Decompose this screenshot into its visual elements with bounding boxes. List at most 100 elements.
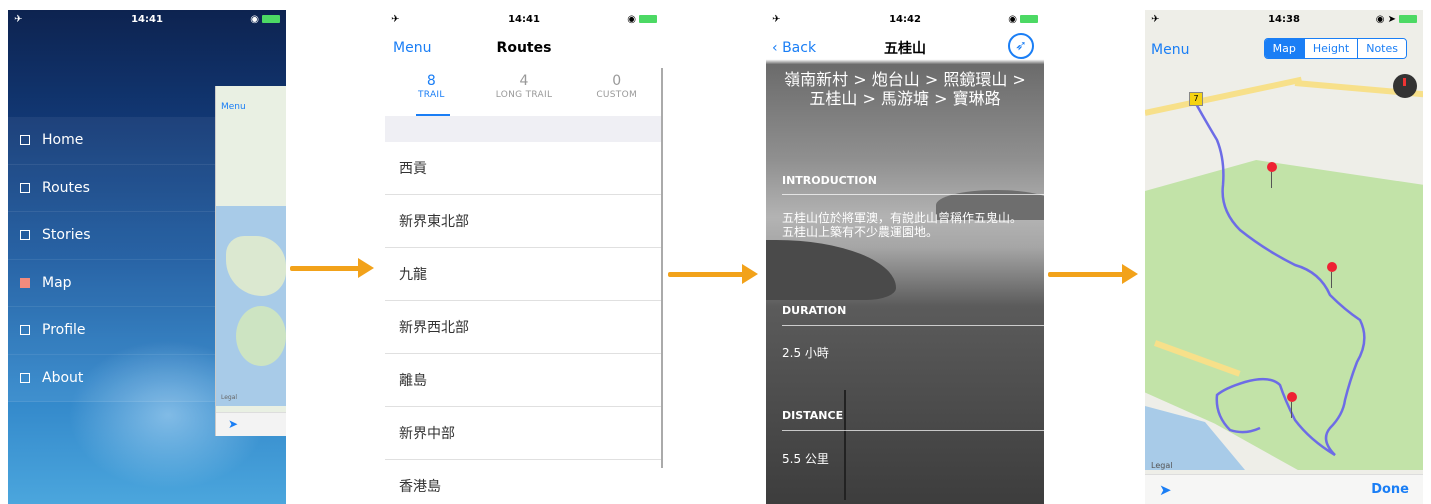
menu-item-about[interactable]: About [8, 354, 218, 402]
airplane-icon: ✈ [14, 13, 23, 25]
tab-count: 4 [519, 73, 529, 89]
map-preview-panel[interactable]: Menu Legal ➤ [215, 86, 286, 436]
status-time: 14:42 [889, 13, 921, 25]
route-path: 嶺南新村 > 炮台山 > 照鏡環山 > 五桂山 > 馬游塘 > 寶琳路 [784, 70, 1026, 108]
photo-plant [844, 390, 846, 500]
segment-height[interactable]: Height [1303, 39, 1358, 58]
menu-item-profile[interactable]: Profile [8, 307, 218, 355]
menu-item-home[interactable]: Home [8, 117, 218, 165]
section-divider [385, 116, 663, 142]
peek-toolbar [216, 412, 286, 436]
peek-legal-label: Legal [221, 394, 238, 401]
status-time: 14:38 [1268, 13, 1300, 25]
list-item[interactable]: 新界東北部 [385, 195, 663, 248]
tab-label: LONG TRAIL [495, 90, 553, 100]
status-bar: ✈ 14:41 ◉ [8, 10, 286, 28]
map-toolbar: ➤ Done [1145, 474, 1423, 504]
route-track [1193, 101, 1366, 457]
menu-button[interactable]: Menu [393, 40, 431, 56]
battery-icon: ◉ [1008, 14, 1038, 25]
airplane-icon: ✈ [772, 13, 781, 25]
introduction-heading: INTRODUCTION [782, 174, 877, 187]
menu-button[interactable]: Menu [1151, 42, 1189, 58]
map-screen: 7 ✈ 14:38 ◉ ➤ Menu Map Height Notes Lega… [1145, 10, 1423, 504]
back-label: Back [782, 40, 817, 56]
checkbox-icon [20, 230, 30, 241]
tab-count: 0 [612, 73, 622, 89]
distance-value: 5.5 公里 [782, 452, 829, 466]
map-pin-icon[interactable] [1267, 162, 1277, 188]
list-item[interactable]: 香港島 [385, 460, 663, 504]
battery-icon: ◉ [250, 14, 280, 25]
menu-item-label: Home [42, 132, 84, 149]
battery-icon: ◉ [627, 14, 657, 25]
peek-menu-label: Menu [221, 102, 246, 112]
back-button[interactable]: ‹ Back [772, 40, 816, 56]
list-item[interactable]: 離島 [385, 354, 663, 407]
page-title: 五桂山 [884, 41, 926, 57]
tab-label: CUSTOM [596, 90, 638, 100]
tab-long-trail[interactable]: 4 LONG TRAIL [478, 72, 571, 116]
tab-count: 8 [426, 73, 436, 89]
menu-item-label: About [42, 369, 84, 386]
airplane-icon: ✈ [1151, 13, 1160, 25]
status-bar: ✈ 14:38 ◉ ➤ [1145, 10, 1423, 28]
route-list: 西貢 新界東北部 九龍 新界西北部 離島 新界中部 香港島 [385, 142, 663, 504]
status-bar: ✈ 14:42 ◉ [766, 10, 1044, 28]
map-pin-icon[interactable] [1287, 392, 1297, 418]
tab-label: TRAIL [417, 90, 445, 100]
menu-item-label: Routes [42, 179, 90, 196]
checkbox-icon [20, 325, 30, 336]
route-detail-screen: ✈ 14:42 ◉ ‹ Back 五桂山 ➶ 嶺南新村 > 炮台山 > 照鏡環山… [766, 10, 1044, 504]
compass-icon[interactable] [1393, 74, 1417, 98]
checkbox-icon [20, 135, 30, 146]
tab-trail[interactable]: 8 TRAIL [385, 72, 478, 116]
routes-screen: ✈ 14:41 ◉ Menu Routes 8 TRAIL 4 LONG TRA… [385, 10, 663, 504]
flow-arrow [668, 264, 758, 284]
list-item[interactable]: 新界西北部 [385, 301, 663, 354]
list-item[interactable]: 西貢 [385, 142, 663, 195]
duration-value: 2.5 小時 [782, 346, 829, 360]
menu-item-stories[interactable]: Stories [8, 212, 218, 260]
compass-icon[interactable]: ➶ [1008, 33, 1034, 59]
route-tabs: 8 TRAIL 4 LONG TRAIL 0 CUSTOM [385, 72, 663, 116]
flow-arrow [290, 258, 374, 278]
introduction-text: 五桂山位於將軍澳，有說此山曾稱作五鬼山。五桂山上築有不少農運園地。 [782, 211, 1023, 239]
chevron-left-icon: ‹ [772, 40, 783, 56]
airplane-icon: ✈ [391, 13, 400, 25]
status-bar: ✈ 14:41 ◉ [385, 10, 663, 28]
view-segmented-control: Map Height Notes [1263, 38, 1407, 59]
map-land [236, 306, 286, 366]
divider [782, 430, 1044, 431]
list-item[interactable]: 九龍 [385, 248, 663, 301]
status-time: 14:41 [508, 13, 540, 25]
status-time: 14:41 [131, 13, 163, 25]
map-legal-label[interactable]: Legal [1151, 461, 1172, 470]
menu-item-label: Profile [42, 322, 86, 339]
segment-notes[interactable]: Notes [1357, 39, 1406, 58]
menu-item-routes[interactable]: Routes [8, 164, 218, 212]
segment-map[interactable]: Map [1264, 39, 1304, 58]
divider [782, 325, 1044, 326]
divider [782, 194, 1044, 195]
map-pin-icon[interactable] [1327, 262, 1337, 288]
tab-custom[interactable]: 0 CUSTOM [570, 72, 663, 116]
nav-bar: Menu Routes [385, 28, 663, 68]
list-item[interactable]: 新界中部 [385, 407, 663, 460]
checkbox-icon [20, 182, 30, 193]
battery-icon: ◉ ➤ [1376, 14, 1417, 25]
done-button[interactable]: Done [1371, 482, 1409, 497]
menu-screen: ✈ 14:41 ◉ Home Routes Stories Map Profil… [8, 10, 286, 504]
menu-item-label: Map [42, 274, 72, 291]
route-shield-icon: 7 [1189, 92, 1203, 106]
checkbox-icon [20, 277, 30, 288]
route-line [1193, 101, 1366, 457]
menu-item-map[interactable]: Map [8, 259, 218, 307]
duration-heading: DURATION [782, 304, 847, 317]
location-arrow-icon[interactable]: ➤ [1159, 481, 1172, 499]
flow-arrow [1048, 264, 1138, 284]
nav-bar: ‹ Back 五桂山 ➶ [766, 28, 1044, 68]
location-arrow-icon: ➤ [228, 417, 239, 431]
scrollbar[interactable] [661, 68, 663, 468]
checkbox-icon [20, 372, 30, 383]
